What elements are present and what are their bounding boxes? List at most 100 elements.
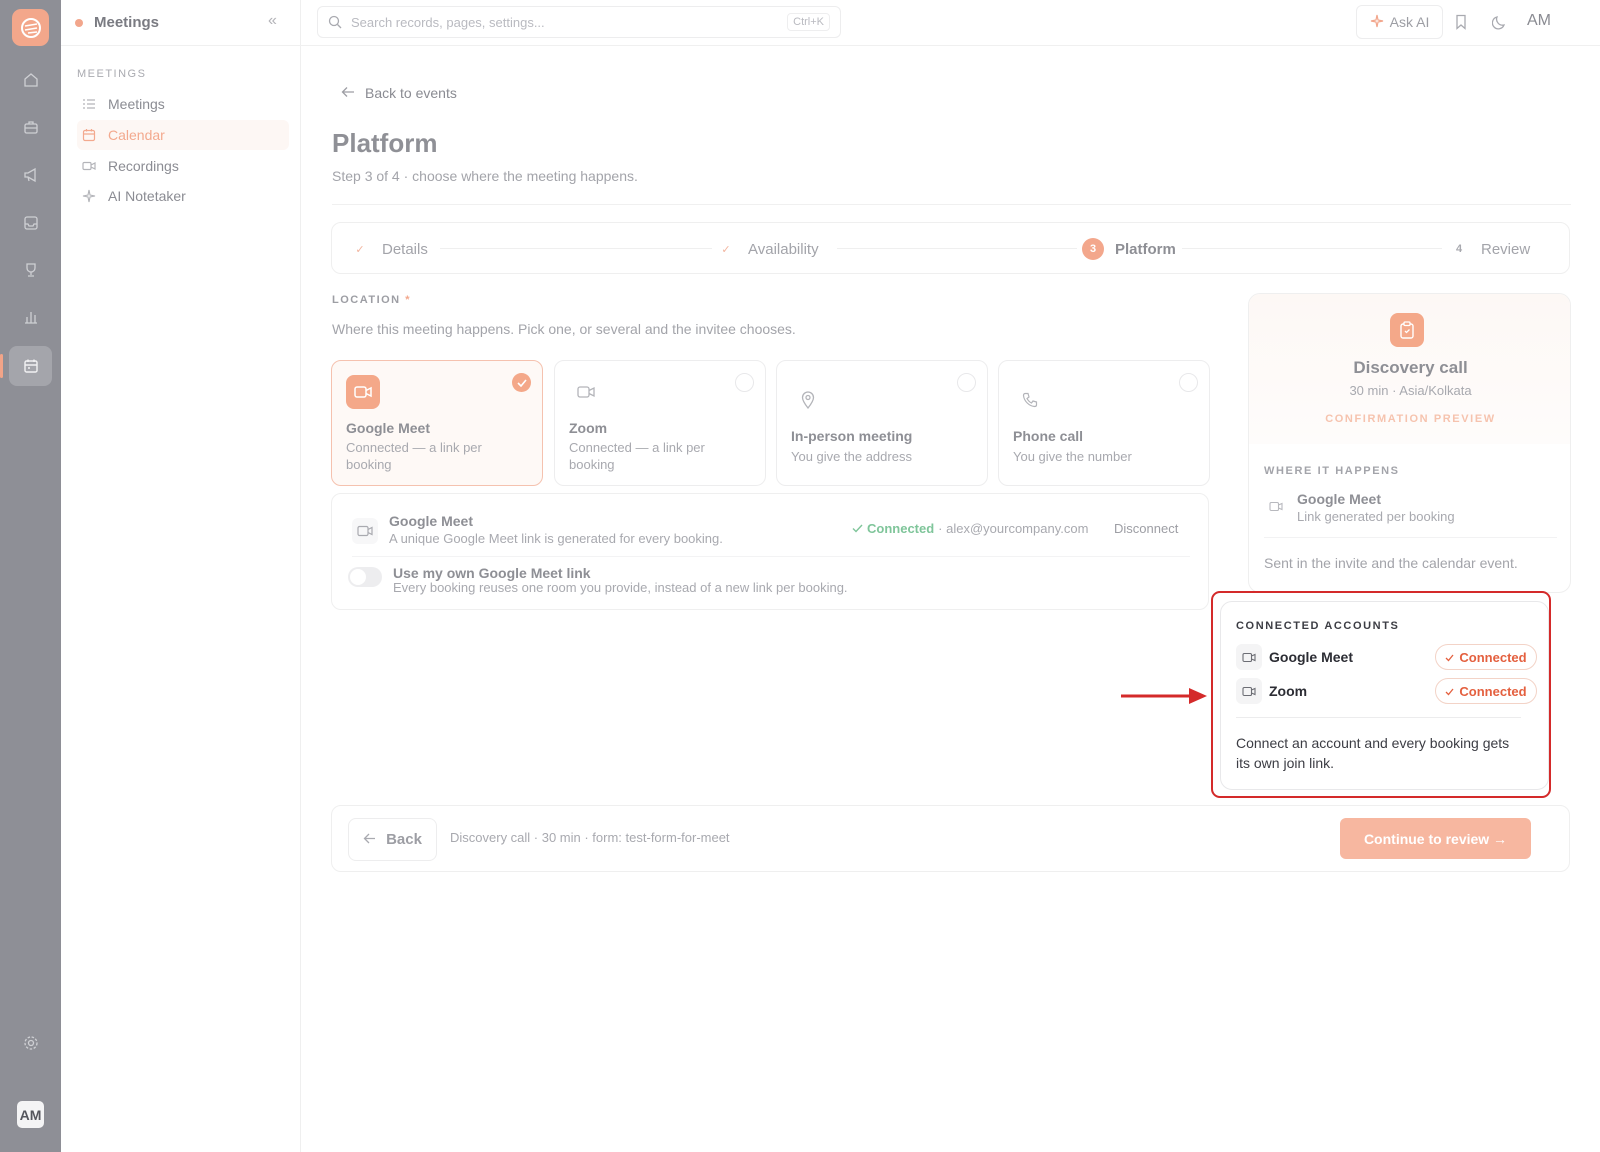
footer-bar: Back Discovery call · 30 min · form: tes… [331, 805, 1570, 872]
page-subtitle: Step 3 of 4 · choose where the meeting h… [332, 168, 638, 184]
shortcut-hint: Ctrl+K [787, 13, 830, 31]
option-subtitle: You give the number [1013, 449, 1132, 464]
app-logo[interactable] [12, 9, 49, 46]
video-icon [1264, 494, 1288, 518]
check-icon: ✓ [355, 243, 365, 256]
own-link-title: Use my own Google Meet link [393, 565, 591, 581]
sidebar-item-label: Recordings [108, 158, 179, 174]
briefcase-icon[interactable] [9, 107, 52, 147]
google-meet-panel: Google Meet A unique Google Meet link is… [331, 493, 1209, 610]
option-zoom[interactable]: Zoom Connected — a link per booking [554, 360, 766, 486]
megaphone-icon[interactable] [9, 155, 52, 195]
step-number: 3 [1082, 238, 1104, 260]
step-connector [440, 248, 712, 249]
ask-ai-button[interactable]: Ask AI [1356, 5, 1443, 39]
confirmation-preview: Discovery call 30 min · Asia/Kolkata CON… [1248, 293, 1571, 593]
sidebar-section-label: MEETINGS [77, 68, 147, 80]
step-platform[interactable]: 3 Platform [1082, 238, 1176, 260]
option-phone-call[interactable]: Phone call You give the number [998, 360, 1210, 486]
icon-rail: AM [0, 0, 61, 1152]
sidebar: Meetings « MEETINGS Meetings Calendar Re… [61, 0, 301, 1152]
chart-icon[interactable] [9, 297, 52, 337]
option-radio[interactable] [735, 373, 754, 392]
step-label: Details [382, 240, 428, 258]
status-dot [75, 19, 83, 27]
preview-header: Discovery call 30 min · Asia/Kolkata CON… [1249, 294, 1570, 444]
step-label: Platform [1115, 240, 1176, 258]
search-box[interactable]: Ctrl+K [317, 6, 841, 38]
sidebar-item-recordings[interactable]: Recordings [77, 151, 289, 181]
own-link-description: Every booking reuses one room you provid… [393, 580, 848, 595]
continue-button[interactable]: Continue to review → [1340, 818, 1531, 859]
step-connector [837, 248, 1077, 249]
option-radio[interactable] [1179, 373, 1198, 392]
video-icon [352, 518, 378, 544]
location-label-text: LOCATION [332, 294, 401, 306]
option-selected-check[interactable] [512, 373, 531, 392]
sidebar-item-ai-notetaker[interactable]: AI Notetaker [77, 181, 289, 211]
highlight-box [1211, 591, 1551, 798]
map-pin-icon [791, 383, 825, 417]
user-menu[interactable]: AM [1527, 12, 1551, 30]
list-icon [81, 96, 97, 112]
step-availability[interactable]: ✓ Availability [715, 238, 818, 260]
sidebar-item-label: AI Notetaker [108, 188, 186, 204]
option-title: Zoom [569, 420, 608, 436]
video-icon [81, 158, 97, 174]
back-button[interactable]: Back [348, 818, 437, 861]
location-label: LOCATION * [332, 294, 411, 306]
sparkle-icon [81, 188, 97, 204]
phone-icon [1013, 383, 1047, 417]
collapse-sidebar-icon[interactable]: « [268, 12, 277, 30]
step-details[interactable]: ✓ Details [349, 238, 428, 260]
panel-description: A unique Google Meet link is generated f… [389, 531, 723, 546]
own-link-toggle[interactable] [348, 567, 382, 587]
location-description: Where this meeting happens. Pick one, or… [332, 321, 796, 337]
gear-icon[interactable] [9, 1023, 52, 1063]
option-subtitle: You give the address [791, 449, 912, 464]
bookmark-icon[interactable] [1451, 12, 1471, 32]
page-title: Platform [332, 128, 438, 158]
option-google-meet[interactable]: Google Meet Connected — a link per booki… [331, 360, 543, 486]
account-email: · alex@yourcompany.com [938, 521, 1089, 536]
divider [332, 204, 1571, 205]
search-input[interactable] [351, 12, 771, 32]
inbox-icon[interactable] [9, 203, 52, 243]
option-in-person[interactable]: In-person meeting You give the address [776, 360, 988, 486]
step-review[interactable]: 4 Review [1448, 238, 1530, 260]
back-button-label: Back [386, 831, 422, 848]
sidebar-item-meetings[interactable]: Meetings [77, 89, 289, 119]
moon-icon[interactable] [1490, 12, 1510, 32]
calendar-icon[interactable] [0, 346, 52, 386]
where-name: Google Meet [1297, 491, 1382, 507]
calendar-icon [81, 127, 97, 143]
option-radio[interactable] [957, 373, 976, 392]
trophy-icon[interactable] [9, 250, 52, 290]
preview-footer: Sent in the invite and the calendar even… [1264, 555, 1518, 571]
arrow-left-icon [363, 831, 376, 848]
sidebar-item-calendar[interactable]: Calendar [77, 120, 289, 150]
avatar[interactable]: AM [17, 1101, 44, 1128]
check-icon [852, 521, 863, 536]
step-number: 4 [1455, 243, 1463, 255]
top-bar: Ctrl+K Ask AI AM [301, 0, 1600, 46]
sidebar-item-label: Meetings [108, 96, 165, 112]
where-subtitle: Link generated per booking [1297, 509, 1455, 524]
back-to-events-link[interactable]: Back to events [341, 85, 457, 101]
option-subtitle: Connected — a link per booking [346, 440, 482, 472]
option-subtitle: Connected — a link per booking [569, 440, 705, 472]
sidebar-header: Meetings « [61, 0, 301, 46]
search-icon [328, 15, 342, 34]
check-icon: ✓ [721, 243, 731, 256]
step-connector [1182, 248, 1442, 249]
video-icon [346, 375, 380, 409]
status-text: Connected [867, 521, 935, 536]
sidebar-item-label: Calendar [108, 127, 165, 143]
preview-label: CONFIRMATION PREVIEW [1325, 413, 1496, 425]
disconnect-button[interactable]: Disconnect [1114, 521, 1178, 536]
main-content: Back to events Platform Step 3 of 4 · ch… [301, 46, 1600, 1152]
arrow-left-icon [341, 85, 355, 101]
option-title: Phone call [1013, 428, 1084, 444]
home-icon[interactable] [9, 60, 52, 100]
sparkle-icon [1370, 14, 1384, 31]
